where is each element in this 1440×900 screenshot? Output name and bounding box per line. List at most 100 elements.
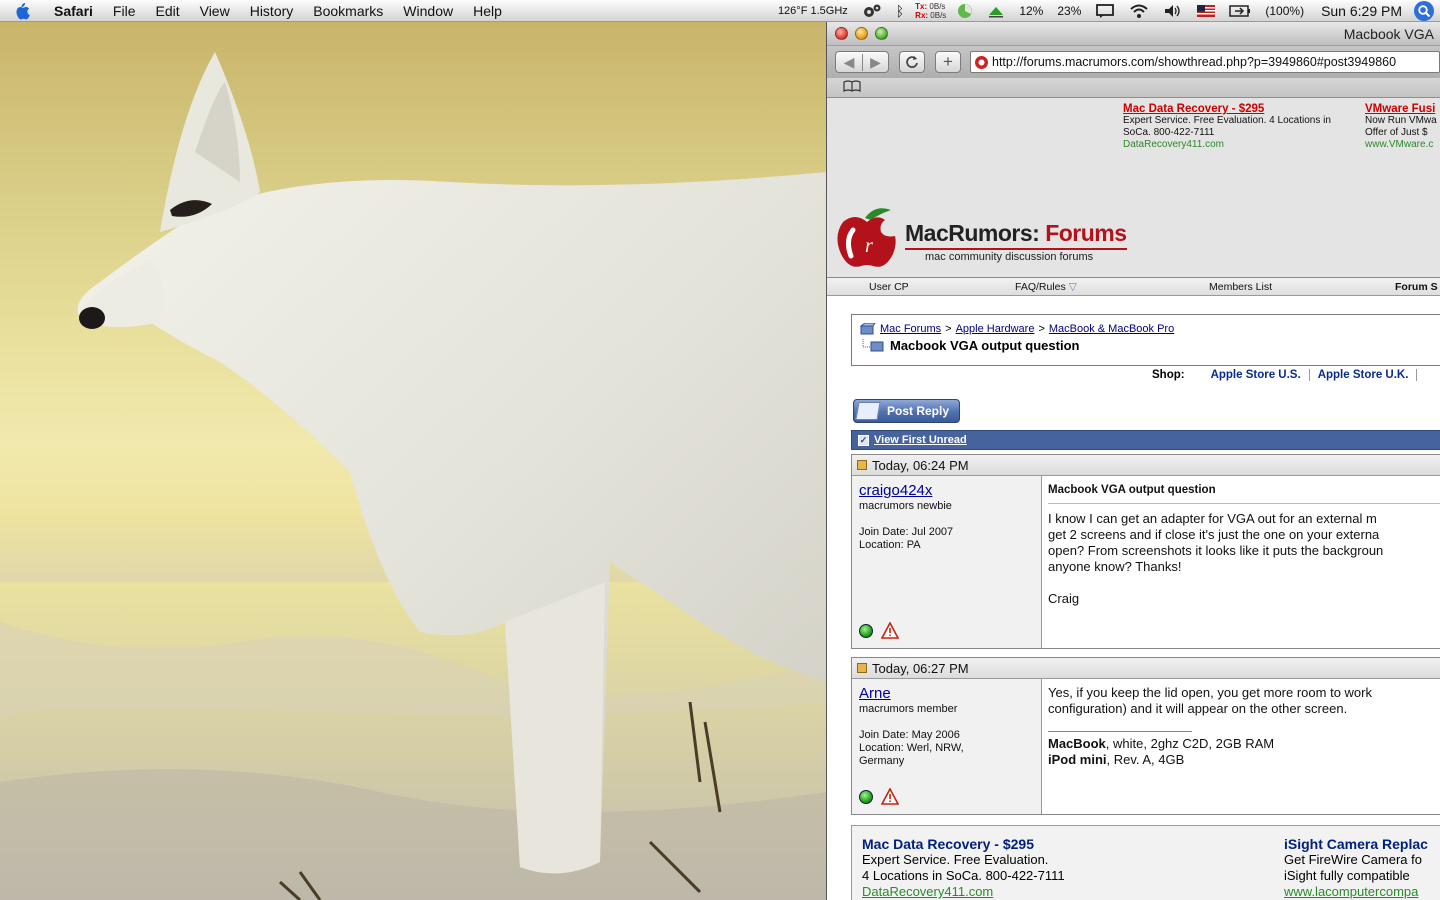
logo-underline [905,248,1127,250]
spotlight-icon[interactable] [1414,0,1434,21]
apple-menu[interactable] [0,2,44,20]
view-first-unread-link[interactable]: View First Unread [874,434,967,446]
shop-links: Shop: Apple Store U.S. Apple Store U.K. [1152,369,1418,381]
cpu-pie-icon[interactable] [957,3,973,19]
nav-user-cp[interactable]: User CP [869,281,909,293]
nav-members-list[interactable]: Members List [1209,281,1272,293]
view-first-unread-bar: ✓ View First Unread [851,430,1440,450]
apple-store-uk-link[interactable]: Apple Store U.K. [1310,369,1418,381]
back-button[interactable]: ◀ [836,54,862,71]
menu-edit[interactable]: Edit [145,0,189,21]
battery-percent[interactable]: (100%) [1265,4,1304,18]
post-status-icon [857,663,867,673]
chat-icon[interactable] [1095,3,1115,19]
post-user-rank: macrumors newbie [859,500,952,512]
breadcrumb-macbook-pro[interactable]: MacBook & MacBook Pro [1049,323,1174,335]
volume-icon[interactable] [1163,3,1183,19]
gear-icon[interactable] [862,3,882,19]
nav-forum-search[interactable]: Forum S [1395,281,1438,293]
forward-button[interactable]: ▶ [861,53,888,71]
post-username[interactable]: Arne [859,685,1041,702]
reload-button[interactable] [899,51,925,73]
top-ad-1[interactable]: Mac Data Recovery - $295 Expert Service.… [1123,103,1331,151]
post-line: get 2 screens and if close it's just the… [1048,527,1380,542]
network-throughput[interactable]: Tx: 0B/s Rx: 0B/s [915,2,946,20]
close-window-button[interactable] [835,27,848,40]
user-online-icon [859,789,873,804]
logo-tagline: mac community discussion forums [925,251,1094,263]
menu-file[interactable]: File [103,0,146,21]
nav-faq-rules[interactable]: FAQ/Rules ▽ [1015,281,1077,293]
apple-logo-mark-icon: r [837,208,896,267]
logo-wordmark: MacRumors: Forums [905,220,1127,247]
top-ad-2-title[interactable]: VMware Fusi [1365,103,1437,115]
add-bookmark-button[interactable]: + [935,51,961,73]
menu-view[interactable]: View [190,0,240,21]
post-line: Yes, if you keep the lid open, you get m… [1048,685,1372,700]
menu-help[interactable]: Help [463,0,512,21]
bookmarks-book-icon[interactable] [843,79,861,97]
breadcrumb-trail: Mac Forums > Apple Hardware > MacBook & … [860,323,1440,335]
rx-value: 0B/s [930,10,947,20]
post-reply-label: Post Reply [886,404,949,418]
zoom-window-button[interactable] [875,27,888,40]
window-titlebar[interactable]: Macbook VGA [827,22,1440,46]
top-ad-2[interactable]: VMware Fusi Now Run VMwa Offer of Just $… [1365,103,1437,151]
bottom-ad-2-url[interactable]: www.lacomputercompa [1284,884,1428,900]
post-author-panel: Arne macrumors member Join Date: May 200… [852,679,1042,814]
post-user-rank: macrumors member [859,703,958,715]
bottom-ad-2[interactable]: iSight Camera Replac Get FireWire Camera… [1284,836,1428,900]
top-ad-2-url[interactable]: www.VMware.c [1365,139,1437,151]
cpu-percent[interactable]: 12% [1019,4,1043,18]
post-username[interactable]: craigo424x [859,482,1041,499]
post-join-date: Join Date: Jul 2007 [859,526,954,538]
post-location: Location: Werl, NRW, [859,742,964,754]
post-reply-button[interactable]: Post Reply [853,399,960,423]
upload-triangle-icon[interactable] [987,4,1005,18]
signature-line: MacBook, white, 2ghz C2D, 2GB RAM [1048,736,1440,752]
report-post-icon[interactable] [881,788,899,805]
post-reply-pen-icon [855,402,881,420]
cpu-temp-status[interactable]: 126°F 1.5GHz [778,5,848,17]
menu-window[interactable]: Window [393,0,463,21]
breadcrumb-mac-forums[interactable]: Mac Forums [880,323,941,335]
address-url: http://forums.macrumors.com/showthread.p… [992,55,1397,69]
macrumors-logo[interactable]: r MacRumors: Forums mac community discus… [835,204,1127,270]
menu-clock[interactable]: Sun 6:29 PM [1321,3,1402,19]
battery-icon[interactable] [1229,4,1251,18]
menu-history[interactable]: History [240,0,304,21]
wifi-icon[interactable] [1129,3,1149,19]
collapse-checkbox-icon[interactable]: ✓ [858,434,869,446]
post-line: I know I can get an adapter for VGA out … [1048,511,1377,526]
bottom-ad-block: Mac Data Recovery - $295 Expert Service.… [851,825,1440,900]
apple-store-us-link[interactable]: Apple Store U.S. [1203,369,1310,381]
desktop-wallpaper [0,22,826,900]
tx-label: Tx: [915,1,928,11]
apple-logo-icon [16,2,30,19]
post-location: Location: PA [859,539,921,551]
breadcrumb-apple-hardware[interactable]: Apple Hardware [956,323,1035,335]
menu-safari[interactable]: Safari [44,0,103,21]
us-flag-icon[interactable] [1197,4,1216,17]
memory-percent[interactable]: 23% [1057,4,1081,18]
bottom-ad-1-line1: Expert Service. Free Evaluation. [862,852,1049,867]
rx-label: Rx: [915,10,929,20]
top-ad-1-url[interactable]: DataRecovery411.com [1123,139,1331,151]
bluetooth-icon[interactable]: ᛒ [896,3,904,19]
menu-bookmarks[interactable]: Bookmarks [303,0,393,21]
bottom-ad-1-url[interactable]: DataRecovery411.com [862,884,1065,900]
bottom-ad-2-title[interactable]: iSight Camera Replac [1284,836,1428,852]
top-ad-1-title[interactable]: Mac Data Recovery - $295 [1123,103,1331,115]
browser-toolbar: ◀ ▶ + http://forums.macrumors.com/showth… [827,46,1440,78]
forum-home-icon[interactable] [860,323,876,335]
post-date-bar: Today, 06:24 PM [852,455,1440,476]
logo-accent-text: Forums [1045,220,1127,246]
bottom-ad-1-title[interactable]: Mac Data Recovery - $295 [862,836,1065,852]
address-bar[interactable]: http://forums.macrumors.com/showthread.p… [970,51,1440,73]
sig-macbook-bold: MacBook [1048,736,1106,751]
reload-icon [906,56,918,68]
breadcrumb: Mac Forums > Apple Hardware > MacBook & … [851,314,1440,366]
bottom-ad-1[interactable]: Mac Data Recovery - $295 Expert Service.… [862,836,1065,900]
minimize-window-button[interactable] [855,27,868,40]
report-post-icon[interactable] [881,622,899,639]
